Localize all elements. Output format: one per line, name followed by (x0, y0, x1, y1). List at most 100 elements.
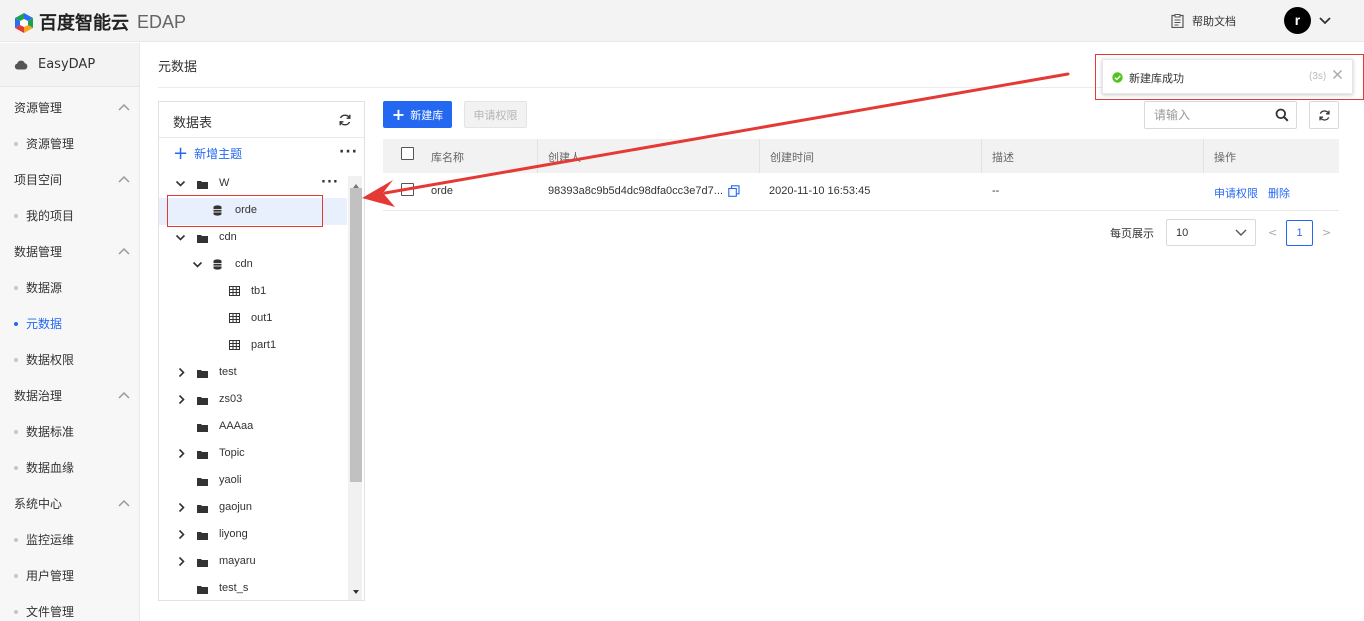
sidebar-item-file-mgmt[interactable]: 文件管理 (14, 603, 74, 620)
tree-node-table-part1[interactable]: part1 (159, 333, 347, 360)
tree-node-label: liyong (219, 528, 248, 540)
apply-permission-button[interactable]: 申请权限 (464, 101, 527, 128)
success-check-icon (1112, 72, 1123, 86)
tree-node-topic-w[interactable]: W ··· (159, 171, 347, 198)
chevron-up-icon[interactable] (118, 172, 130, 186)
refresh-button[interactable] (1309, 101, 1339, 129)
column-divider (981, 139, 982, 173)
sidebar-item-my-project[interactable]: 我的项目 (14, 207, 74, 224)
row-checkbox[interactable] (401, 183, 414, 196)
tree-node-topic-mayaru[interactable]: mayaru (159, 549, 347, 576)
sidebar-item-resource[interactable]: 资源管理 (14, 135, 74, 152)
cell-name: orde (431, 185, 454, 197)
refresh-icon[interactable] (338, 113, 352, 130)
product-name: EDAP (137, 11, 187, 32)
sidebar-item-datasource[interactable]: 数据源 (14, 279, 62, 296)
search-input[interactable] (1145, 102, 1265, 128)
help-label: 帮助文档 (1192, 15, 1236, 28)
toast-message: 新建库成功 (1129, 72, 1184, 85)
tree-node-topic-aaaaa[interactable]: AAAaa (159, 414, 347, 441)
help-docs-link[interactable]: 帮助文档 (1171, 13, 1236, 29)
search-icon[interactable] (1275, 108, 1289, 125)
scroll-up-arrow-icon[interactable] (352, 178, 360, 192)
sidebar-item-data-permission[interactable]: 数据权限 (14, 351, 74, 368)
chevron-down-icon[interactable] (1319, 14, 1331, 28)
avatar[interactable]: r (1284, 7, 1311, 34)
chevron-up-icon[interactable] (118, 388, 130, 402)
sidebar-group-governance[interactable]: 数据治理 (14, 387, 62, 404)
chevron-down-icon[interactable] (175, 232, 186, 246)
top-bar: 百度智能云 EDAP 帮助文档 r (0, 0, 1364, 42)
page-number-button[interactable]: 1 (1286, 220, 1313, 246)
sidebar-group-resource[interactable]: 资源管理 (14, 99, 62, 116)
chevron-up-icon[interactable] (118, 244, 130, 258)
new-database-button[interactable]: + 新建库 (383, 101, 452, 128)
refresh-icon (1318, 109, 1330, 121)
add-topic-button[interactable]: + 新增主题 (173, 144, 242, 162)
close-icon[interactable] (1332, 69, 1343, 83)
folder-icon (197, 395, 208, 408)
page-size-select[interactable]: 10 (1166, 219, 1256, 246)
sidebar-item-data-standard[interactable]: 数据标准 (14, 423, 74, 440)
sidebar-item-metadata[interactable]: 元数据 (14, 315, 62, 332)
tree-node-label: AAAaa (219, 420, 254, 432)
more-icon[interactable]: ··· (339, 144, 358, 160)
bullet-dot (14, 141, 18, 146)
table-icon (229, 340, 240, 353)
tree-node-label: mayaru (219, 555, 256, 567)
chevron-right-icon[interactable] (176, 367, 187, 381)
chevron-down-icon[interactable] (192, 259, 203, 273)
row-delete-link[interactable]: 删除 (1268, 185, 1290, 201)
document-icon (1171, 14, 1184, 28)
tree-node-label: yaoli (219, 474, 242, 486)
chevron-up-icon[interactable] (118, 100, 130, 114)
tree-node-topic-test[interactable]: test (159, 360, 347, 387)
copy-icon[interactable] (728, 185, 740, 200)
logo[interactable]: 百度智能云 EDAP (14, 9, 186, 35)
tree-node-topic-yaoli[interactable]: yaoli (159, 468, 347, 495)
chevron-right-icon[interactable] (176, 529, 187, 543)
tree-node-table-out1[interactable]: out1 (159, 306, 347, 333)
bullet-dot (14, 357, 18, 362)
next-page-button[interactable]: > (1322, 226, 1331, 239)
page-size-value: 10 (1176, 227, 1189, 239)
bullet-dot (14, 573, 18, 578)
tree-node-table-tb1[interactable]: tb1 (159, 279, 347, 306)
sidebar-group-system[interactable]: 系统中心 (14, 495, 62, 512)
sidebar-group-data-mgmt[interactable]: 数据管理 (14, 243, 62, 260)
sidebar-item-data-lineage[interactable]: 数据血缘 (14, 459, 74, 476)
select-all-checkbox[interactable] (401, 147, 414, 160)
bullet-dot (14, 321, 18, 326)
tree-node-topic-liyong[interactable]: liyong (159, 522, 347, 549)
scroll-down-arrow-icon[interactable] (352, 584, 360, 598)
sidebar-group-project[interactable]: 项目空间 (14, 171, 62, 188)
cloud-icon (14, 60, 28, 69)
sidebar-app-header[interactable]: EasyDAP (0, 43, 139, 87)
tree-node-topic-topic[interactable]: Topic (159, 441, 347, 468)
row-apply-permission-link[interactable]: 申请权限 (1214, 185, 1258, 201)
chevron-right-icon[interactable] (176, 448, 187, 462)
tree-node-topic-gaojun[interactable]: gaojun (159, 495, 347, 522)
table-icon (229, 286, 240, 299)
sidebar-app-name: EasyDAP (38, 57, 96, 72)
sidebar-item-monitoring[interactable]: 监控运维 (14, 531, 74, 548)
sidebar-item-user-mgmt[interactable]: 用户管理 (14, 567, 74, 584)
sidebar-item-label: 元数据 (26, 317, 63, 331)
chevron-up-icon[interactable] (118, 496, 130, 510)
plus-icon: + (391, 105, 406, 124)
chevron-right-icon[interactable] (176, 394, 187, 408)
more-icon[interactable]: ··· (321, 175, 339, 190)
tree-node-label: cdn (219, 231, 237, 243)
chevron-right-icon[interactable] (176, 556, 187, 570)
scrollbar-thumb[interactable] (350, 188, 362, 482)
sidebar-item-label: 数据血缘 (26, 461, 75, 475)
tree-node-topic-test-s[interactable]: test_s (159, 576, 347, 600)
tree-node-topic-cdn[interactable]: cdn (159, 225, 347, 252)
chevron-down-icon[interactable] (175, 178, 186, 192)
table-icon (229, 313, 240, 326)
tree-node-db-cdn[interactable]: cdn (159, 252, 347, 279)
tree-header: 数据表 (159, 102, 364, 138)
prev-page-button[interactable]: < (1268, 226, 1277, 239)
chevron-right-icon[interactable] (176, 502, 187, 516)
tree-node-topic-zs03[interactable]: zs03 (159, 387, 347, 414)
